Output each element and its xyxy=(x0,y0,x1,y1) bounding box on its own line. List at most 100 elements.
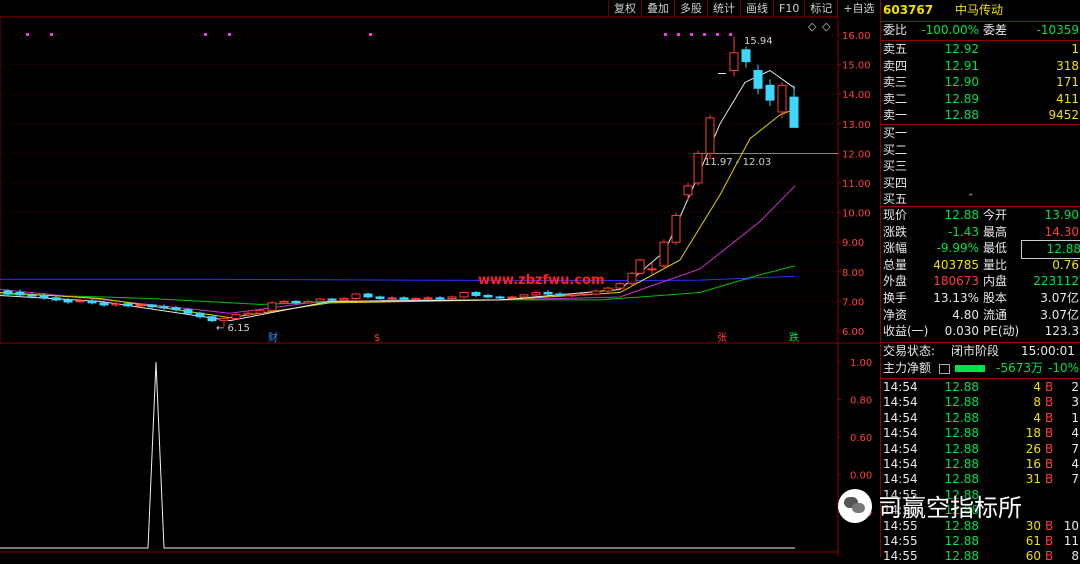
price-tick: 10.00 xyxy=(842,209,871,220)
tick-price: 12.88 xyxy=(944,380,979,394)
main-force-label: 主力净额 xyxy=(883,361,932,375)
price-tick: 15.00 xyxy=(842,61,871,72)
quote-label: 现价 xyxy=(883,208,908,222)
candle-body xyxy=(351,293,361,299)
candle-body xyxy=(243,312,253,316)
candle-body xyxy=(231,314,241,320)
range-label: 11.97 - 12.03 xyxy=(704,157,771,168)
indicator-tick: 0.60 xyxy=(850,433,872,444)
price-tick: 11.00 xyxy=(842,179,871,190)
quote-label: 净资 xyxy=(883,307,908,322)
indicator-subchart: 1.000.800.600.000.40 xyxy=(0,358,872,549)
bid-row[interactable]: 买二 xyxy=(881,142,1080,159)
tick-side: B xyxy=(1045,457,1054,471)
candle-body xyxy=(447,296,457,299)
weibi-value: -100.00% xyxy=(921,23,979,37)
finance-marker[interactable]: 财 xyxy=(268,331,278,344)
tick-row: 14:54 12.88 4 B 1 xyxy=(881,411,1080,426)
candle-body xyxy=(375,296,385,299)
quote-value: 14.30 xyxy=(1044,224,1079,239)
diamond-icon-2[interactable]: ◇ xyxy=(822,20,831,33)
overlay-watermark-text: 司赢空指标所 xyxy=(878,494,1022,522)
ask-row[interactable]: 卖一 12.88 9452 xyxy=(881,107,1080,124)
candle-body xyxy=(471,292,481,296)
quote-value: 180673 xyxy=(933,274,979,289)
ask-row[interactable]: 卖四 12.91 318 xyxy=(881,58,1080,75)
candle-body xyxy=(531,292,541,296)
candle-body xyxy=(3,290,13,295)
signal-dot xyxy=(729,33,732,36)
ask-volume: 171 xyxy=(1056,75,1079,89)
quote-label: 最低 xyxy=(983,241,1008,256)
candle-body xyxy=(411,297,421,300)
candle-body xyxy=(363,293,373,298)
candle-body xyxy=(399,297,409,300)
tick-row: 14:55 12.88 61 B 11 xyxy=(881,534,1080,549)
candle-body xyxy=(753,70,763,89)
candle-body xyxy=(459,292,469,298)
quote-label: 今开 xyxy=(983,208,1008,222)
price-tick: 14.00 xyxy=(842,90,871,101)
ask-row[interactable]: 卖五 12.92 1 xyxy=(881,41,1080,58)
tick-time: 14:54 xyxy=(883,457,918,471)
limit-up-marker[interactable]: 张 xyxy=(717,332,727,344)
tick-side: B xyxy=(1045,395,1054,410)
tick-volume: 4 xyxy=(1033,380,1041,394)
tick-volume: 18 xyxy=(1025,426,1041,441)
price-chart[interactable]: 16.00 15.00 14.00 13.00 12.00 11.00 10.00 9.00 8… xyxy=(0,0,880,557)
diamond-icon[interactable]: ◇ xyxy=(808,20,817,33)
quote-value: 123.3 xyxy=(1044,324,1079,339)
price-tick: 7.00 xyxy=(842,297,864,308)
tick-volume: 31 xyxy=(1025,472,1041,487)
price-tick: 8.00 xyxy=(842,268,864,279)
price-tick: 13.00 xyxy=(842,120,871,131)
limit-down-marker[interactable]: 跌 xyxy=(789,331,799,344)
tick-time: 14:54 xyxy=(883,395,918,410)
tick-count: 3 xyxy=(1071,395,1079,410)
quote-row: 现价 12.88 今开 13.90 xyxy=(881,207,1080,224)
bid-row[interactable]: 买三 xyxy=(881,158,1080,175)
candle-body xyxy=(615,283,625,289)
bid-row[interactable]: 买一 xyxy=(881,125,1080,142)
tick-price: 12.88 xyxy=(944,410,979,425)
candle-body xyxy=(435,297,445,300)
candle-body xyxy=(603,287,613,292)
quote-label: 股本 xyxy=(983,291,1008,305)
tick-side: B xyxy=(1045,380,1054,394)
candle-body xyxy=(99,302,109,306)
signal-dot xyxy=(26,33,29,36)
tick-row: 14:54 12.88 31 B 7 xyxy=(881,472,1080,487)
ma-line-white xyxy=(0,69,796,322)
candle-body xyxy=(693,152,703,184)
tick-row: 14:54 12.88 4 B 2 xyxy=(881,380,1080,395)
tick-volume: 61 xyxy=(1025,534,1041,548)
candle-body xyxy=(63,299,73,303)
candle-body xyxy=(339,297,349,301)
candle-body xyxy=(111,303,121,306)
ask-row[interactable]: 卖三 12.90 171 xyxy=(881,74,1080,91)
tick-count: 10 xyxy=(1063,518,1079,533)
candle-body xyxy=(315,298,325,302)
ask-price: 12.90 xyxy=(944,75,979,89)
bid-label: 买二 xyxy=(883,142,908,157)
trade-status: 交易状态: 闭市阶段 15:00:01 xyxy=(881,343,1080,360)
stock-name: 中马传动 xyxy=(955,3,1004,17)
candle-body xyxy=(171,307,181,311)
candle-body xyxy=(27,294,37,297)
quote-value: -1.43 xyxy=(947,224,979,239)
candle-body xyxy=(579,293,589,296)
dividend-marker[interactable]: $ xyxy=(374,333,380,344)
weibi-row: 委比 -100.00% 委差 -10359 xyxy=(881,22,1080,39)
bid-row[interactable]: 买四 xyxy=(881,175,1080,192)
tick-count: 4 xyxy=(1071,426,1079,441)
price-tick: 6.00 xyxy=(842,327,864,338)
quote-row: 净资 4.80 流通 3.07亿 xyxy=(881,307,1080,324)
tick-time: 14:54 xyxy=(883,410,918,425)
info-icon[interactable] xyxy=(939,364,950,374)
overlay-watermark: 司赢空指标所 xyxy=(838,488,1022,523)
tick-price: 12.88 xyxy=(944,395,979,410)
expand-icon[interactable]: ⌃ xyxy=(967,193,975,203)
weicha-label: 委差 xyxy=(983,23,1008,37)
ask-row[interactable]: 卖二 12.89 411 xyxy=(881,91,1080,108)
candle-body xyxy=(659,241,669,267)
